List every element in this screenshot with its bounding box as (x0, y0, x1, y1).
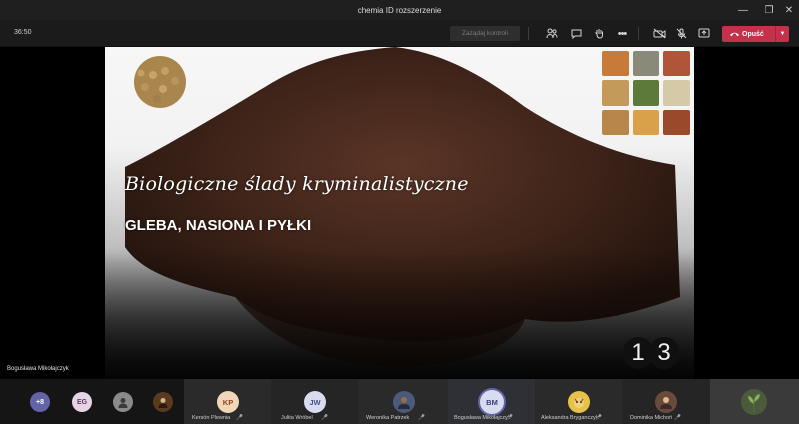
microphone-off-icon: 🎤 (595, 415, 602, 421)
plant-photo-icon (741, 389, 767, 415)
self-video-tile[interactable] (710, 379, 799, 424)
chat-icon[interactable] (567, 25, 585, 42)
microphone-off-icon: 🎤 (418, 415, 425, 421)
person-photo-icon (158, 398, 168, 408)
participant-avatar: KP (217, 391, 239, 413)
participant-name: Julita Wróbel (281, 415, 313, 421)
seed-sample-tile (602, 109, 629, 135)
leave-label: Opuść (742, 30, 764, 38)
page-number-digit: 3 (649, 337, 679, 369)
seed-pile-image (134, 56, 186, 108)
meeting-timer: 36:50 (14, 29, 32, 36)
seed-sample-tile (632, 51, 660, 77)
participants-icon[interactable] (543, 25, 561, 42)
toolbar-divider (528, 27, 529, 40)
microphone-off-icon: 🎤 (236, 415, 243, 421)
microphone-off-icon: 🎤 (506, 415, 513, 421)
participant-name: Weronika Patrzek (366, 415, 410, 421)
participant-avatar (393, 391, 415, 413)
toolbar-divider (638, 27, 639, 40)
microphone-off-icon[interactable] (672, 25, 690, 42)
seed-samples-grid (602, 51, 690, 135)
microphone-off-icon: 🎤 (321, 415, 328, 421)
phone-hangup-icon (730, 32, 739, 37)
microphone-off-icon: 🎤 (674, 415, 681, 421)
chevron-down-icon[interactable]: ▼ (775, 26, 789, 42)
participants-overflow-count[interactable]: +8 (30, 392, 50, 412)
participant-tile-active-speaker[interactable]: BM Bogusława Mikołajczyk 🎤 (448, 379, 535, 424)
participant-tile[interactable]: Dominika Michoń 🎤 (622, 379, 710, 424)
participant-tile[interactable]: Weronika Patrzek 🎤 (358, 379, 448, 424)
close-icon[interactable]: ✕ (778, 0, 799, 20)
window-titlebar: chemia ID rozszerzenie — ❐ ✕ (0, 0, 799, 20)
slide-subtitle: GLEBA, NASIONA I PYŁKI (125, 217, 312, 234)
raise-hand-icon[interactable] (590, 25, 608, 42)
presenter-name: Bogusława Mikołajczyk (7, 366, 69, 372)
minimize-icon[interactable]: — (732, 0, 754, 20)
take-control-button[interactable]: Zażądaj kontroli (450, 26, 520, 41)
participant-avatar (655, 391, 677, 413)
participant-tile[interactable]: Aleksandra Bryganczyk 🎤 (535, 379, 622, 424)
slide-page-number: 1 3 (623, 337, 679, 369)
seed-sample-tile (632, 109, 660, 135)
person-photo-icon (660, 397, 672, 409)
person-photo-icon (398, 397, 410, 409)
participant-avatar (568, 391, 590, 413)
camera-off-icon[interactable] (650, 25, 668, 42)
participant-photo-mini[interactable] (113, 392, 133, 412)
seed-sample-tile (632, 80, 660, 106)
window-title: chemia ID rozszerzenie (357, 5, 442, 15)
participant-name: Kersön Plewnia (192, 415, 231, 421)
meeting-toolbar: 36:50 Zażądaj kontroli ••• Opuść ▼ (0, 20, 799, 47)
seed-sample-tile (602, 51, 629, 77)
participant-photo-mini[interactable] (153, 392, 173, 412)
shared-slide: Biologiczne ślady kryminalistyczne GLEBA… (105, 47, 694, 379)
seed-sample-tile (663, 51, 690, 77)
participant-tile[interactable]: JW Julita Wróbel 🎤 (271, 379, 358, 424)
restore-icon[interactable]: ❐ (758, 0, 780, 20)
slide-title: Biologiczne ślady kryminalistyczne (125, 173, 469, 195)
participant-tile[interactable]: KP Kersön Plewnia 🎤 (184, 379, 271, 424)
seed-sample-tile (663, 80, 690, 106)
participant-name: Dominika Michoń (630, 415, 673, 421)
participant-name: Aleksandra Bryganczyk (541, 415, 599, 421)
animal-avatar-icon (574, 398, 584, 408)
participant-avatar: JW (304, 391, 326, 413)
more-actions-icon[interactable]: ••• (613, 25, 631, 42)
person-photo-icon (118, 398, 128, 408)
seed-sample-tile (602, 80, 629, 106)
participant-avatar-mini[interactable]: EG (72, 392, 92, 412)
participant-strip: +8 EG KP Kersön Plewnia 🎤 JW Julita Wrób… (0, 379, 799, 424)
seed-sample-tile (663, 109, 690, 135)
leave-button[interactable]: Opuść ▼ (722, 26, 789, 42)
participant-name: Bogusława Mikołajczyk (454, 415, 511, 421)
share-screen-icon[interactable] (695, 25, 713, 42)
participant-avatar: BM (480, 390, 504, 414)
